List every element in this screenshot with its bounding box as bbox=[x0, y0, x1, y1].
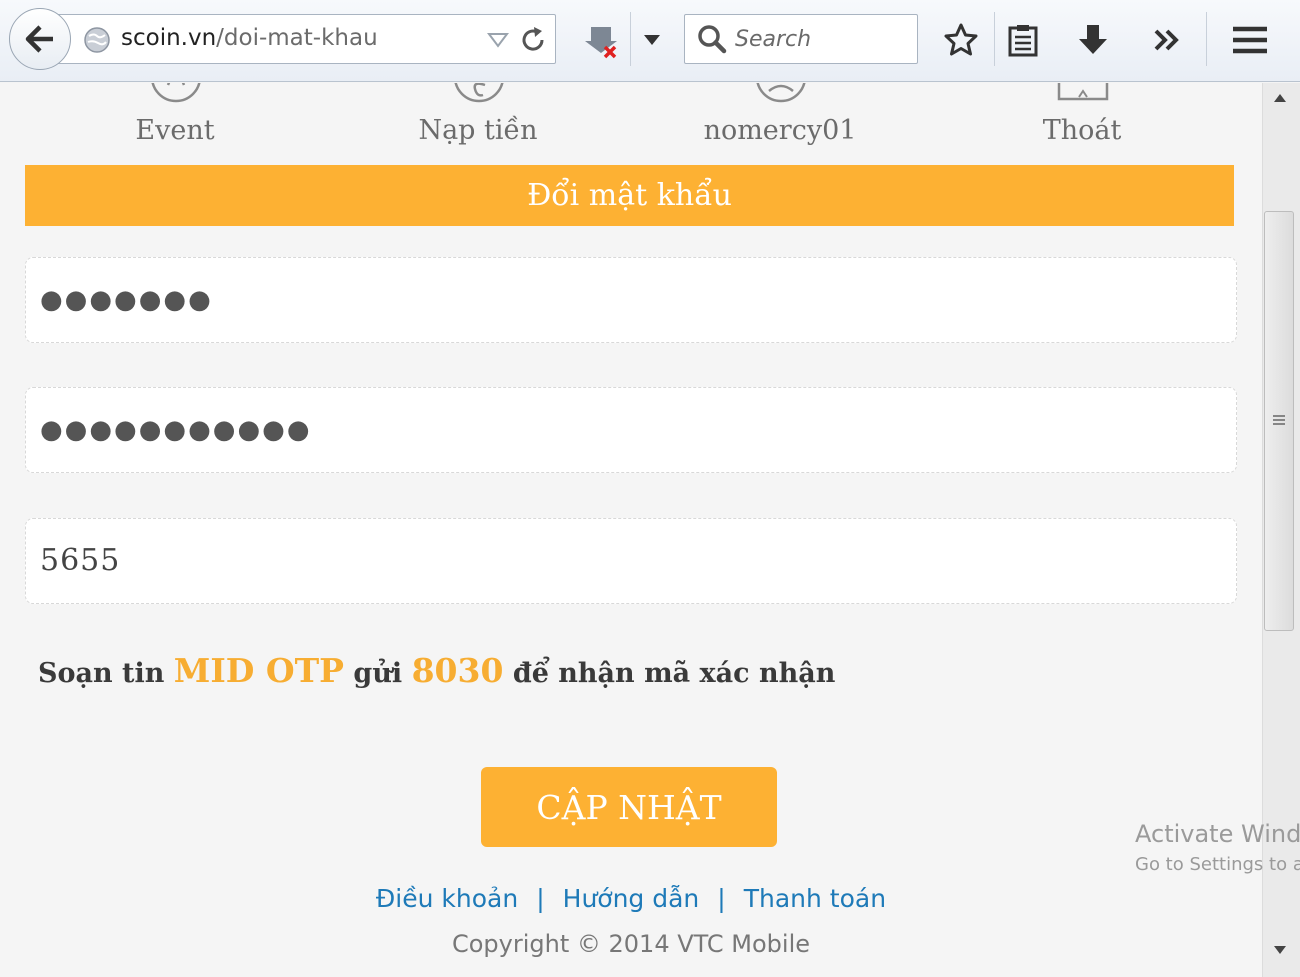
nav-label: Thoát bbox=[1042, 115, 1122, 146]
bookmark-button[interactable] bbox=[940, 20, 982, 60]
nav-label: nomercy01 bbox=[703, 115, 857, 146]
footer-links: Điều khoản | Hướng dẫn | Thanh toán bbox=[0, 884, 1262, 913]
nav-label: Nạp tiền bbox=[418, 115, 538, 146]
url-path: /doi-mat-khau bbox=[216, 25, 378, 51]
download-arrow-icon bbox=[1079, 25, 1107, 54]
search-bar[interactable] bbox=[684, 14, 918, 64]
update-button[interactable]: CẬP NHẬT bbox=[481, 767, 777, 847]
windows-activation-watermark: Activate Wind Go to Settings to a bbox=[1135, 820, 1300, 875]
watermark-line: Go to Settings to a bbox=[1135, 854, 1300, 875]
url-text[interactable]: scoin.vn/doi-mat-khau bbox=[121, 25, 378, 51]
footer-separator: | bbox=[717, 884, 726, 913]
caret-down-icon bbox=[644, 35, 660, 45]
toolbar-separator bbox=[1206, 12, 1207, 66]
menu-dropdown-button[interactable] bbox=[640, 28, 664, 52]
nav-item-logout[interactable]: Thoát bbox=[992, 83, 1172, 163]
nav-item-event[interactable]: Event bbox=[85, 83, 265, 163]
overflow-button[interactable] bbox=[1148, 22, 1186, 58]
scroll-grip-icon bbox=[1273, 415, 1285, 425]
star-icon bbox=[944, 23, 978, 56]
footer-link-guide[interactable]: Hướng dẫn bbox=[563, 884, 700, 913]
search-input[interactable] bbox=[735, 23, 910, 55]
clipboard-list-icon bbox=[1008, 25, 1038, 57]
scroll-down-arrow-icon[interactable] bbox=[1273, 945, 1287, 955]
url-bar[interactable]: scoin.vn/doi-mat-khau bbox=[56, 14, 556, 64]
user-icon bbox=[756, 83, 806, 103]
hamburger-menu-icon bbox=[1233, 26, 1267, 54]
bookmarks-list-button[interactable] bbox=[1004, 20, 1042, 60]
event-badge-icon bbox=[151, 83, 201, 103]
top-nav: Event Nạp tiền nomercy01 Thoát bbox=[0, 83, 1262, 163]
logout-icon bbox=[1057, 83, 1109, 101]
footer-link-payment[interactable]: Thanh toán bbox=[744, 884, 886, 913]
otp-field[interactable]: 5655 bbox=[25, 518, 1237, 604]
footer-separator: | bbox=[536, 884, 545, 913]
hint-sms-code: MID OTP bbox=[173, 651, 344, 690]
nav-item-account[interactable]: nomercy01 bbox=[690, 83, 870, 163]
dollar-coin-icon bbox=[454, 83, 504, 103]
toolbar-separator bbox=[994, 12, 995, 66]
browser-toolbar: scoin.vn/doi-mat-khau bbox=[0, 0, 1300, 82]
footer-link-terms[interactable]: Điều khoản bbox=[376, 884, 518, 913]
page-title: Đổi mật khẩu bbox=[25, 165, 1234, 226]
main-menu-button[interactable] bbox=[1228, 22, 1272, 58]
nav-item-nap-tien[interactable]: Nạp tiền bbox=[388, 83, 568, 163]
old-password-field[interactable]: ●●●●●●● bbox=[25, 257, 1237, 343]
url-dropdown-icon[interactable] bbox=[487, 32, 509, 48]
hint-text: gửi bbox=[344, 658, 412, 689]
back-button[interactable] bbox=[9, 8, 71, 70]
double-chevron-right-icon bbox=[1154, 29, 1179, 51]
hint-text: Soạn tin bbox=[38, 658, 174, 689]
globe-icon bbox=[84, 27, 110, 53]
nav-label: Event bbox=[135, 115, 215, 146]
new-password-field[interactable]: ●●●●●●●●●●● bbox=[25, 387, 1237, 473]
scrollbar-thumb[interactable] bbox=[1264, 211, 1294, 631]
back-arrow-icon bbox=[25, 25, 53, 53]
reload-icon[interactable] bbox=[519, 25, 547, 55]
otp-hint: Soạn tin MID OTP gửi 8030 để nhận mã xác… bbox=[38, 651, 835, 690]
scroll-up-arrow-icon[interactable] bbox=[1273, 93, 1287, 103]
download-blocked-button[interactable] bbox=[582, 20, 622, 60]
download-blocked-icon bbox=[585, 27, 617, 59]
hint-sms-number: 8030 bbox=[411, 651, 504, 690]
watermark-line: Activate Wind bbox=[1135, 820, 1300, 848]
downloads-button[interactable] bbox=[1074, 20, 1112, 60]
url-host: scoin.vn bbox=[121, 25, 217, 51]
toolbar-separator bbox=[630, 12, 631, 66]
hint-text: để nhận mã xác nhận bbox=[503, 658, 836, 689]
search-icon bbox=[698, 25, 727, 54]
copyright: Copyright © 2014 VTC Mobile bbox=[451, 930, 811, 958]
page-content: Event Nạp tiền nomercy01 Thoát Đổi mật k… bbox=[0, 83, 1262, 977]
